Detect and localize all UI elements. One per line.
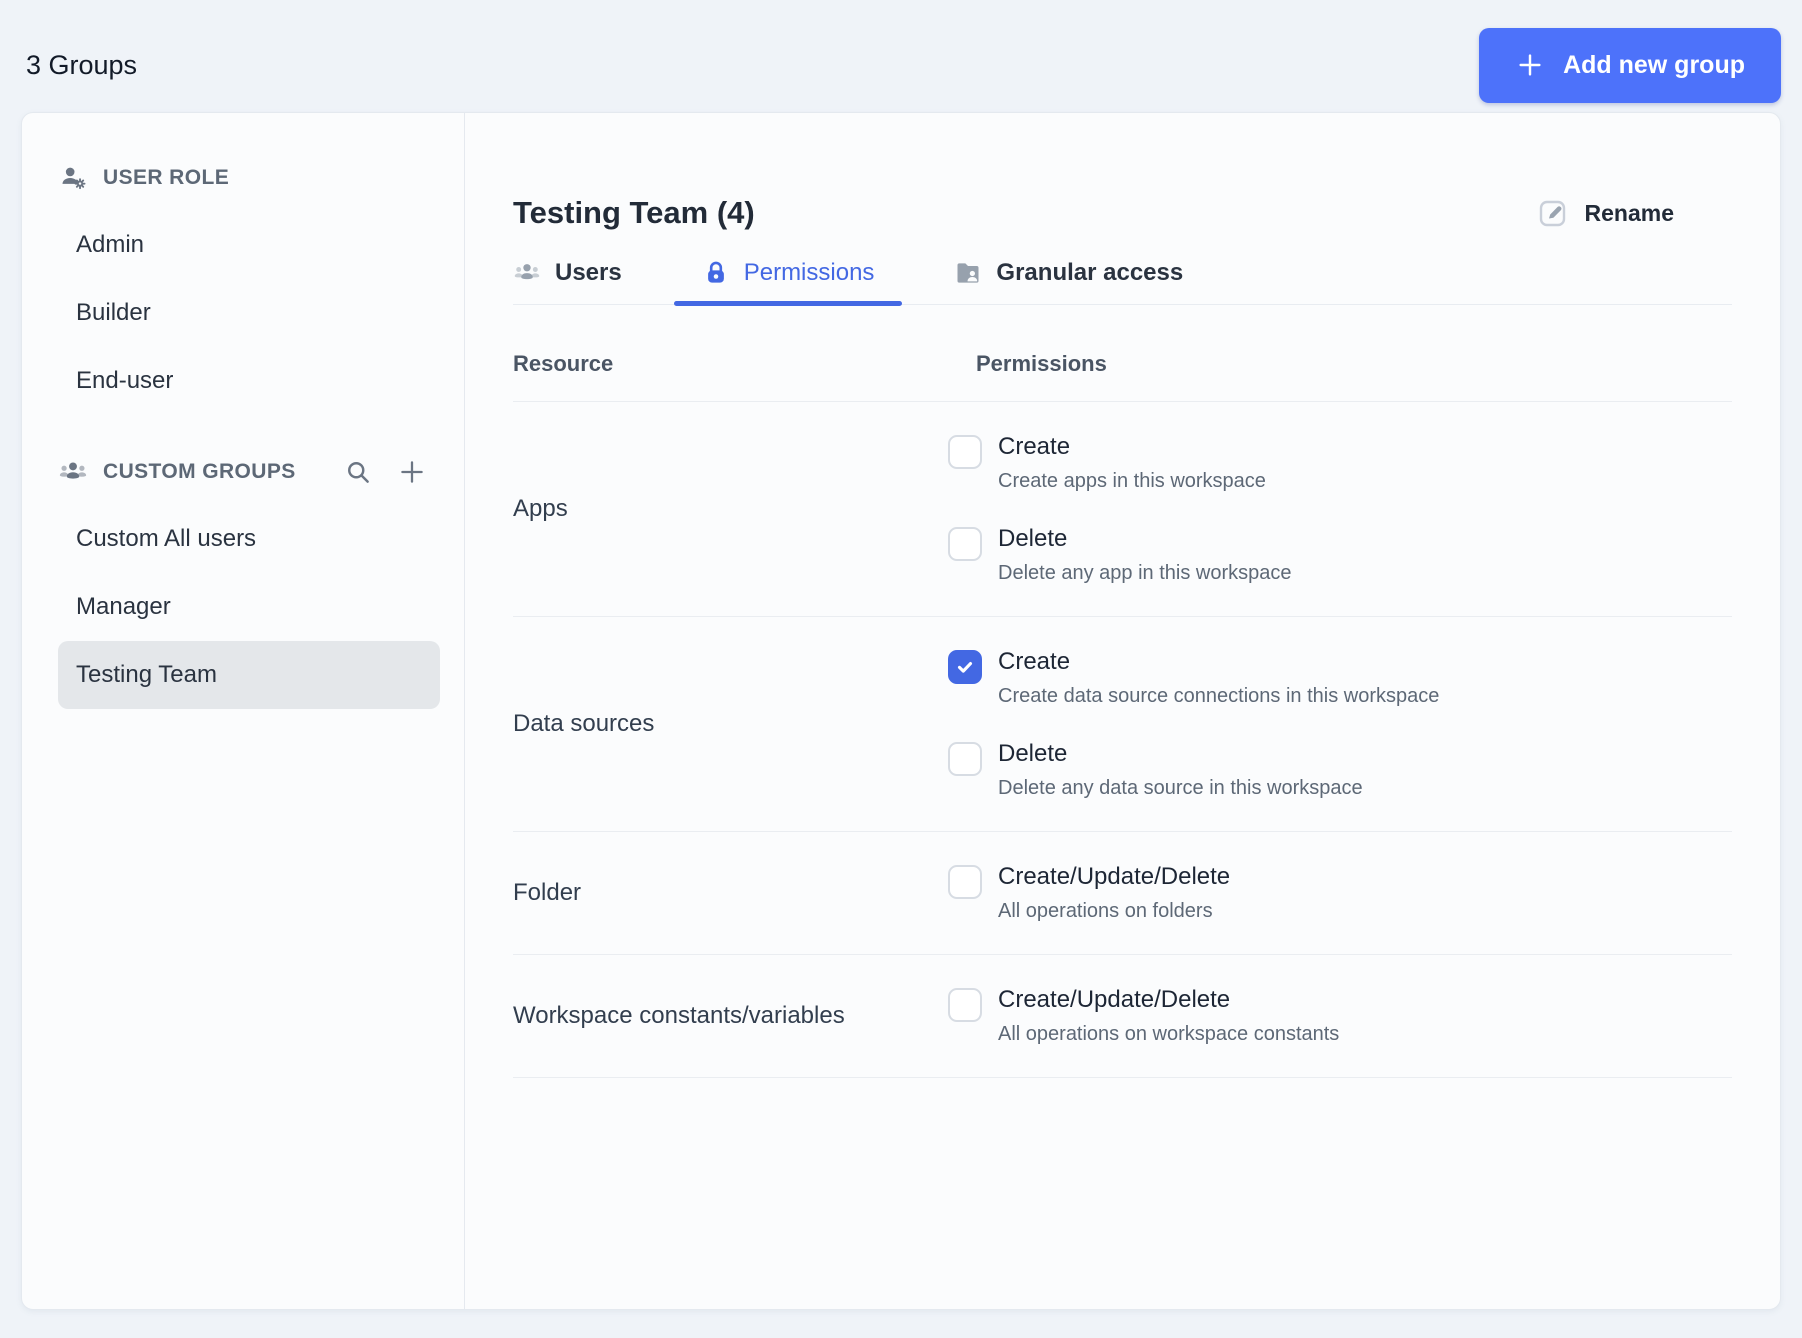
permission-text: Create Create apps in this workspace — [998, 433, 1266, 493]
add-new-group-button[interactable]: Add new group — [1479, 27, 1781, 103]
groups-sidebar: USER ROLE Admin Builder End-user CUSTOM GROU… — [22, 113, 465, 1309]
permission-list: Create Create apps in this workspace Delet… — [948, 433, 1292, 585]
group-detail-panel: Testing Team (4) Rename Users Permissions… — [465, 113, 1780, 1309]
permission-checkbox[interactable] — [948, 865, 982, 899]
permission-description: Create data source connections in this w… — [998, 685, 1440, 707]
section-header-custom-groups: CUSTOM GROUPS — [58, 457, 440, 487]
sidebar-item-admin[interactable]: Admin — [58, 211, 440, 279]
groups-card: USER ROLE Admin Builder End-user CUSTOM GROU… — [21, 112, 1781, 1310]
permission-item: Delete Delete any app in this workspace — [948, 525, 1292, 585]
people-icon — [58, 457, 88, 487]
permission-label: Create — [998, 433, 1071, 460]
table-row: Data sources Create Create data source con… — [513, 617, 1732, 832]
resource-label: Folder — [513, 879, 582, 906]
sidebar-item-list: Admin Builder End-user — [58, 211, 440, 415]
permission-label: Create — [998, 648, 1071, 675]
sidebar-item-label: End-user — [76, 367, 174, 394]
permission-checkbox[interactable] — [948, 742, 982, 776]
permission-checkbox[interactable] — [948, 527, 982, 561]
permission-checkbox[interactable] — [948, 435, 982, 469]
permission-description: Delete any app in this workspace — [998, 562, 1292, 584]
column-header-permissions: Permissions — [976, 351, 1107, 376]
table-row: Folder Create/Update/Delete All operations… — [513, 832, 1732, 955]
sidebar-item-label: Testing Team — [76, 661, 217, 688]
resource-label: Workspace constants/variables — [513, 1002, 845, 1029]
table-row: Apps Create Create apps in this workspace D… — [513, 402, 1732, 617]
permission-label: Create/Update/Delete — [998, 863, 1231, 890]
sidebar-item-testing-team[interactable]: Testing Team — [58, 641, 440, 709]
permission-label: Create/Update/Delete — [998, 986, 1231, 1013]
permission-description: Delete any data source in this workspace — [998, 777, 1363, 799]
group-title: Testing Team (4) — [513, 195, 755, 230]
sidebar-item-manager[interactable]: Manager — [58, 573, 440, 641]
user-gear-icon — [58, 163, 88, 193]
rename-button[interactable]: Rename — [1537, 197, 1674, 229]
resource-label: Data sources — [513, 710, 655, 737]
permission-text: Delete Delete any app in this workspace — [998, 525, 1292, 585]
plus-icon[interactable] — [398, 458, 426, 486]
permission-label: Delete — [998, 740, 1068, 767]
permission-checkbox[interactable] — [948, 650, 982, 684]
permission-text: Create Create data source connections in … — [998, 648, 1439, 708]
group-detail-header: Testing Team (4) Rename — [513, 195, 1732, 231]
permission-text: Create/Update/Delete All operations on fo… — [998, 863, 1230, 923]
lock-icon — [702, 259, 730, 287]
column-header-resource: Resource — [513, 351, 614, 376]
tab-label: Permissions — [743, 259, 875, 286]
folder-user-icon — [954, 259, 982, 287]
permission-item: Create/Update/Delete All operations on fo… — [948, 863, 1230, 923]
page-title: 3 Groups — [26, 49, 138, 80]
tab-permissions[interactable]: Permissions — [673, 259, 903, 306]
section-header-user-role: USER ROLE — [58, 163, 440, 193]
permission-item: Create Create apps in this workspace — [948, 433, 1292, 493]
table-body: Apps Create Create apps in this workspace D… — [513, 402, 1732, 1078]
sidebar-item-end-user[interactable]: End-user — [58, 347, 440, 415]
sidebar-item-builder[interactable]: Builder — [58, 279, 440, 347]
tab-users[interactable]: Users — [513, 259, 622, 287]
permission-list: Create/Update/Delete All operations on wo… — [948, 986, 1339, 1046]
people-icon — [513, 259, 541, 287]
tab-label: Granular access — [996, 259, 1184, 286]
tab-granular-access[interactable]: Granular access — [954, 259, 1183, 287]
section-label: USER ROLE — [103, 166, 230, 189]
permission-text: Delete Delete any data source in this wor… — [998, 740, 1363, 800]
tab-label: Users — [555, 259, 622, 286]
group-tabs: Users Permissions Granular access — [513, 259, 1732, 306]
rename-label: Rename — [1584, 199, 1674, 226]
resource-label: Apps — [513, 495, 568, 522]
top-bar: 3 Groups Add new group — [0, 0, 1802, 112]
permission-item: Create Create data source connections in … — [948, 648, 1439, 708]
permission-list: Create Create data source connections in … — [948, 648, 1439, 800]
table-row: Workspace constants/variables Create/Upda… — [513, 955, 1732, 1078]
permission-text: Create/Update/Delete All operations on wo… — [998, 986, 1339, 1046]
permission-checkbox[interactable] — [948, 988, 982, 1022]
section-actions — [344, 458, 440, 486]
add-new-group-label: Add new group — [1563, 50, 1745, 79]
sidebar-item-custom-all-users[interactable]: Custom All users — [58, 505, 440, 573]
permission-description: Create apps in this workspace — [998, 470, 1266, 492]
permission-item: Delete Delete any data source in this wor… — [948, 740, 1439, 800]
plus-icon — [1515, 50, 1545, 80]
permission-description: All operations on folders — [998, 900, 1213, 922]
permission-list: Create/Update/Delete All operations on fo… — [948, 863, 1230, 923]
table-header-row: Resource Permissions — [513, 305, 1732, 402]
permission-item: Create/Update/Delete All operations on wo… — [948, 986, 1339, 1046]
permission-description: All operations on workspace constants — [998, 1023, 1340, 1045]
sidebar-item-label: Admin — [76, 231, 145, 258]
edit-icon — [1537, 197, 1569, 229]
sidebar-item-list: Custom All users Manager Testing Team — [58, 505, 440, 709]
search-icon[interactable] — [344, 458, 372, 486]
sidebar-item-label: Manager — [76, 593, 171, 620]
sidebar-item-label: Custom All users — [76, 525, 257, 552]
section-label: CUSTOM GROUPS — [103, 460, 296, 483]
sidebar-item-label: Builder — [76, 299, 151, 326]
permission-label: Delete — [998, 525, 1068, 552]
permissions-table: Resource Permissions Apps Create Create ap… — [513, 305, 1732, 1078]
